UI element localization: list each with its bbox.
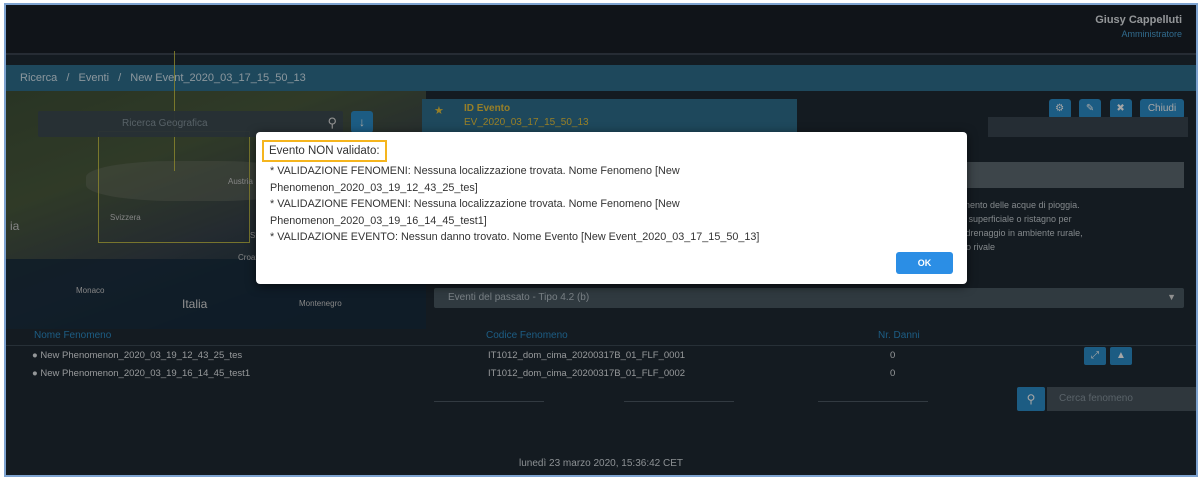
ok-button[interactable]: OK xyxy=(896,252,953,274)
dialog-message-line: Phenomenon_2020_03_19_16_14_45_test1] xyxy=(270,214,487,227)
validation-dialog: Evento NON validato: * VALIDAZIONE FENOM… xyxy=(256,132,967,284)
dialog-messages: * VALIDAZIONE FENOMENI: Nessuna localizz… xyxy=(270,163,960,246)
dialog-title: Evento NON validato: xyxy=(262,140,387,162)
dialog-message-line: * VALIDAZIONE EVENTO: Nessun danno trova… xyxy=(270,231,760,243)
dialog-message-line: * VALIDAZIONE FENOMENI: Nessuna localizz… xyxy=(270,165,680,177)
dialog-message-line: Phenomenon_2020_03_19_12_43_25_tes] xyxy=(270,181,478,194)
dialog-message-line: * VALIDAZIONE FENOMENI: Nessuna localizz… xyxy=(270,198,680,210)
app-window: Giusy Cappelluti Amministratore Ricerca … xyxy=(4,3,1198,477)
